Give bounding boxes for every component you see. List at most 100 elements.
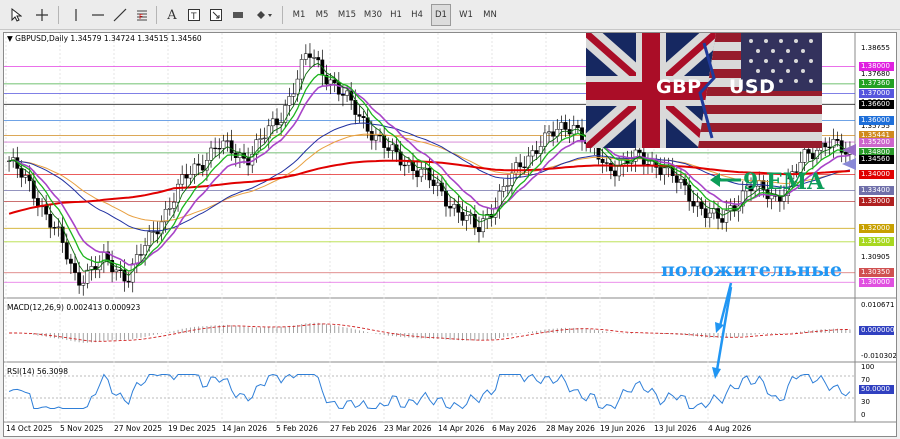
price-tag: 1.38000 — [859, 62, 894, 72]
date-axis-label: 27 Feb 2026 — [330, 424, 377, 433]
candle-body — [510, 172, 514, 186]
fibonacci-icon[interactable]: F — [132, 4, 152, 26]
candle-body — [468, 214, 473, 216]
candle-body — [374, 134, 378, 141]
rectangle-tool-icon[interactable] — [228, 4, 248, 26]
price-tag: 1.37360 — [859, 79, 894, 89]
candle-body — [608, 163, 613, 172]
timeframe-m15[interactable]: M15 — [335, 4, 359, 26]
candle-body — [551, 131, 556, 137]
timeframe-h4[interactable]: H4 — [408, 4, 426, 26]
price-tag: 1.33400 — [859, 186, 894, 196]
candle-body — [431, 179, 436, 186]
rsi-axis-70: 70 — [861, 376, 870, 384]
candle-body — [769, 195, 774, 200]
date-axis-label: 5 Feb 2026 — [276, 424, 318, 433]
text-label-icon[interactable]: T — [184, 4, 204, 26]
candle-body — [151, 231, 156, 233]
candle-body — [361, 116, 366, 119]
ema-annotation: 9 EMA — [743, 169, 825, 195]
cursor-arrow-icon[interactable] — [6, 4, 26, 26]
candle-body — [674, 175, 679, 183]
timeframe-mn[interactable]: MN — [479, 4, 501, 26]
candle-body — [427, 167, 432, 181]
rsi-label: RSI(14) 56.3098 — [7, 367, 68, 376]
candle-body — [23, 175, 28, 178]
date-axis-label: 14 Oct 2025 — [6, 424, 53, 433]
arrow-tool-icon[interactable] — [206, 4, 226, 26]
candle-body — [184, 174, 189, 179]
candle-body — [827, 146, 832, 149]
rsi-axis-100: 100 — [861, 363, 875, 371]
trendline-icon[interactable] — [110, 4, 130, 26]
candle-body — [802, 149, 807, 163]
svg-text:F: F — [139, 13, 143, 21]
chart-window[interactable]: ▼ GBPUSD,Daily 1.34579 1.34724 1.34515 1… — [3, 32, 897, 437]
candle-body — [534, 150, 539, 154]
candle-body — [637, 149, 642, 153]
candle-body — [843, 151, 848, 155]
price-tag: 1.31500 — [859, 237, 894, 247]
candle-body — [390, 144, 395, 151]
vertical-line-icon[interactable] — [66, 4, 86, 26]
positive-annotation: положительные — [661, 259, 843, 281]
candle-body — [332, 79, 337, 83]
candle-body — [353, 99, 358, 115]
candle-body — [221, 140, 226, 149]
candle-body — [295, 78, 300, 95]
candle-body — [291, 93, 296, 97]
candle-body — [386, 147, 391, 151]
candle-body — [176, 183, 180, 203]
shapes-dropdown-icon[interactable] — [252, 4, 276, 26]
candle-body — [316, 57, 321, 61]
price-tag: 1.36600 — [859, 99, 894, 109]
date-axis-label: 5 Nov 2025 — [60, 424, 104, 433]
price-axis-label: 1.37680 — [861, 70, 890, 79]
price-tag: 1.30000 — [859, 277, 894, 287]
candle-body — [501, 186, 506, 192]
candle-body — [262, 137, 267, 140]
macd-label: MACD(12,26,9) 0.002413 0.000923 — [7, 303, 141, 312]
candle-body — [270, 118, 275, 127]
flag-gbp-text: GBP — [656, 76, 702, 98]
timeframe-m5[interactable]: M5 — [312, 4, 332, 26]
macd-axis-bottom: -0.010302 — [861, 352, 897, 360]
text-tool-icon[interactable]: A — [162, 4, 182, 26]
candle-body — [415, 170, 420, 178]
candle-body — [299, 59, 304, 80]
candle-body — [167, 208, 172, 210]
symbol-info-text: GBPUSD,Daily 1.34579 1.34724 1.34515 1.3… — [15, 34, 202, 43]
crosshair-icon[interactable] — [32, 4, 52, 26]
price-tag: 1.30350 — [859, 268, 894, 278]
candle-body — [658, 167, 663, 175]
macd-axis-top: 0.010671 — [861, 301, 895, 309]
candle-body — [85, 269, 90, 284]
candle-body — [720, 218, 725, 223]
horizontal-line-icon[interactable] — [88, 4, 108, 26]
candle-body — [68, 258, 73, 264]
timeframe-m1[interactable]: M1 — [290, 4, 308, 26]
candle-body — [559, 122, 564, 130]
candle-body — [703, 208, 708, 218]
candle-body — [357, 114, 362, 117]
candle-body — [48, 213, 53, 228]
date-axis-label: 6 May 2026 — [492, 424, 537, 433]
candle-body — [724, 210, 729, 223]
price-tag: 1.33000 — [859, 196, 894, 206]
candle-body — [209, 147, 213, 161]
candle-body — [810, 153, 815, 159]
price-tag: 1.34000 — [859, 169, 894, 179]
timeframe-w1[interactable]: W1 — [456, 4, 476, 26]
candle-body — [679, 178, 683, 183]
candle-body — [378, 134, 382, 137]
candle-body — [699, 201, 704, 209]
candle-body — [600, 158, 605, 163]
candle-body — [213, 147, 218, 150]
timeframe-h1[interactable]: H1 — [388, 4, 404, 26]
candle-body — [435, 182, 440, 186]
candle-body — [192, 163, 197, 175]
timeframe-d1[interactable]: D1 — [431, 4, 451, 26]
candle-body — [114, 269, 119, 273]
timeframe-m30[interactable]: M30 — [361, 4, 385, 26]
candle-body — [662, 167, 667, 175]
